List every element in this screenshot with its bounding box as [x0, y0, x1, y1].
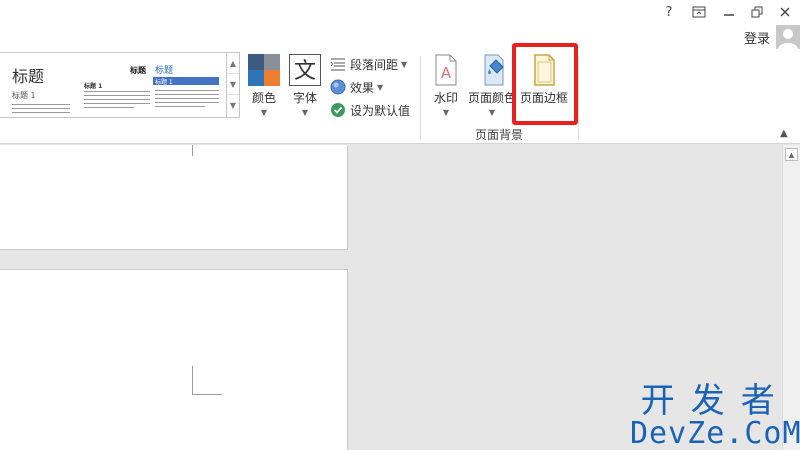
effects-button[interactable]: 效果 ▼ — [330, 77, 383, 97]
group-separator — [578, 56, 579, 140]
thumb-text-line — [84, 99, 150, 100]
watermark-line-1: 开发者 — [640, 381, 791, 421]
minimize-button[interactable] — [716, 3, 742, 21]
chevron-down-icon: ▼ — [377, 82, 384, 92]
gallery-scroll-down-button[interactable]: ▼ — [227, 74, 239, 95]
paragraph-spacing-label: 段落间距 — [350, 57, 399, 72]
paragraph-spacing-button[interactable]: 段落间距 ▼ — [330, 54, 407, 74]
ribbon: 标题 标题 1 标题 标题 1 标题 标题 1 ▲ ▼ ▼ 颜色 ▼ 文 字体 … — [0, 50, 800, 144]
chevron-down-icon: ▼ — [229, 79, 237, 89]
gallery-scroll: ▲ ▼ ▼ — [226, 52, 240, 118]
ribbon-display-options-button[interactable] — [686, 3, 712, 21]
svg-text:文: 文 — [294, 59, 316, 84]
gallery-more-button[interactable]: ▼ — [227, 95, 239, 116]
chevron-up-icon: ▲ — [229, 58, 237, 68]
thumb-text-line — [155, 90, 219, 91]
thumb-text-line — [12, 108, 70, 109]
paint-bucket-icon — [484, 54, 504, 86]
checkmark-icon — [330, 102, 346, 118]
thumb-heading: 标题 1 — [84, 83, 103, 90]
chevron-down-icon: ▼ — [488, 108, 496, 117]
chevron-up-icon: ▲ — [780, 128, 788, 139]
thumb-text-line — [155, 106, 205, 107]
account-row: 登录 — [0, 24, 800, 50]
thumb-text-line — [84, 91, 150, 92]
help-icon: ? — [665, 4, 673, 20]
set-as-default-label: 设为默认值 — [350, 103, 411, 118]
thumb-text-line — [84, 95, 150, 96]
chevron-down-icon: ▼ — [301, 108, 309, 117]
crop-mark — [192, 366, 193, 394]
ribbon-display-icon — [692, 6, 706, 18]
colors-label: 颜色 — [251, 91, 276, 105]
style-thumbnail-3[interactable]: 标题 标题 1 — [153, 53, 223, 117]
user-icon — [778, 29, 798, 49]
fonts-button[interactable]: 文 字体 ▼ — [289, 54, 321, 117]
thumb-title: 标题 — [155, 66, 174, 76]
avatar[interactable] — [776, 25, 800, 49]
collapse-ribbon-button[interactable]: ▲ — [780, 128, 788, 139]
thumb-text-line — [155, 102, 219, 103]
thumb-text-line — [155, 94, 219, 95]
thumb-title: 标题 — [130, 66, 146, 75]
chevron-down-icon: ▼ — [401, 59, 408, 69]
minimize-icon — [724, 14, 734, 16]
more-icon: ▼ — [229, 101, 237, 110]
thumb-text-line — [12, 104, 70, 105]
page-color-label: 页面颜色 — [468, 91, 517, 105]
watermark-icon: A — [435, 54, 457, 86]
thumb-title: 标题 — [12, 67, 45, 86]
document-page[interactable] — [0, 145, 348, 250]
chevron-down-icon: ▼ — [442, 108, 450, 117]
crop-mark — [192, 145, 193, 156]
color-palette-icon — [248, 54, 280, 86]
close-button[interactable] — [772, 3, 798, 21]
close-icon — [780, 7, 790, 17]
document-page[interactable] — [0, 269, 348, 450]
thumb-heading: 标题 1 — [12, 91, 36, 100]
colors-button[interactable]: 颜色 ▼ — [248, 54, 280, 117]
page-color-button[interactable]: 页面颜色 ▼ — [468, 54, 516, 117]
font-icon: 文 — [289, 54, 321, 86]
effects-icon — [330, 79, 346, 95]
effects-label: 效果 — [350, 80, 375, 95]
fonts-label: 字体 — [292, 91, 317, 105]
crop-mark — [192, 394, 222, 395]
set-as-default-button[interactable]: 设为默认值 — [330, 100, 410, 120]
thumb-text-line — [84, 103, 150, 104]
watermark-label: 水印 — [433, 91, 458, 105]
style-gallery: 标题 标题 1 标题 标题 1 标题 标题 1 — [0, 52, 240, 118]
page-border-label: 页面边框 — [520, 91, 569, 105]
thumb-heading: 标题 1 — [155, 79, 173, 86]
gallery-scroll-up-button[interactable]: ▲ — [227, 53, 239, 74]
chevron-up-icon: ▲ — [788, 150, 795, 159]
style-thumbnail-2[interactable]: 标题 标题 1 — [78, 53, 150, 117]
scroll-up-button[interactable]: ▲ — [785, 148, 798, 161]
help-button[interactable]: ? — [656, 3, 682, 21]
chevron-down-icon: ▼ — [260, 108, 268, 117]
watermark-button[interactable]: A 水印 ▼ — [430, 54, 462, 117]
page-border-button[interactable]: 页面边框 — [520, 54, 568, 106]
restore-icon — [751, 6, 763, 18]
page-border-icon — [534, 54, 555, 86]
thumb-text-line — [84, 107, 134, 108]
svg-text:A: A — [441, 64, 452, 82]
paragraph-spacing-icon — [330, 56, 346, 72]
style-thumbnail-1[interactable]: 标题 标题 1 — [0, 53, 72, 117]
group-separator — [420, 56, 421, 140]
title-bar: ? — [0, 0, 800, 24]
site-watermark: 开发者 DevZe.CoM — [630, 384, 800, 450]
login-link[interactable]: 登录 — [744, 28, 770, 47]
thumb-text-line — [155, 98, 219, 99]
watermark-line-2: DevZe.CoM — [630, 416, 800, 450]
thumb-text-line — [12, 112, 70, 113]
restore-button[interactable] — [744, 3, 770, 21]
page-background-group-label: 页面背景 — [475, 128, 524, 142]
